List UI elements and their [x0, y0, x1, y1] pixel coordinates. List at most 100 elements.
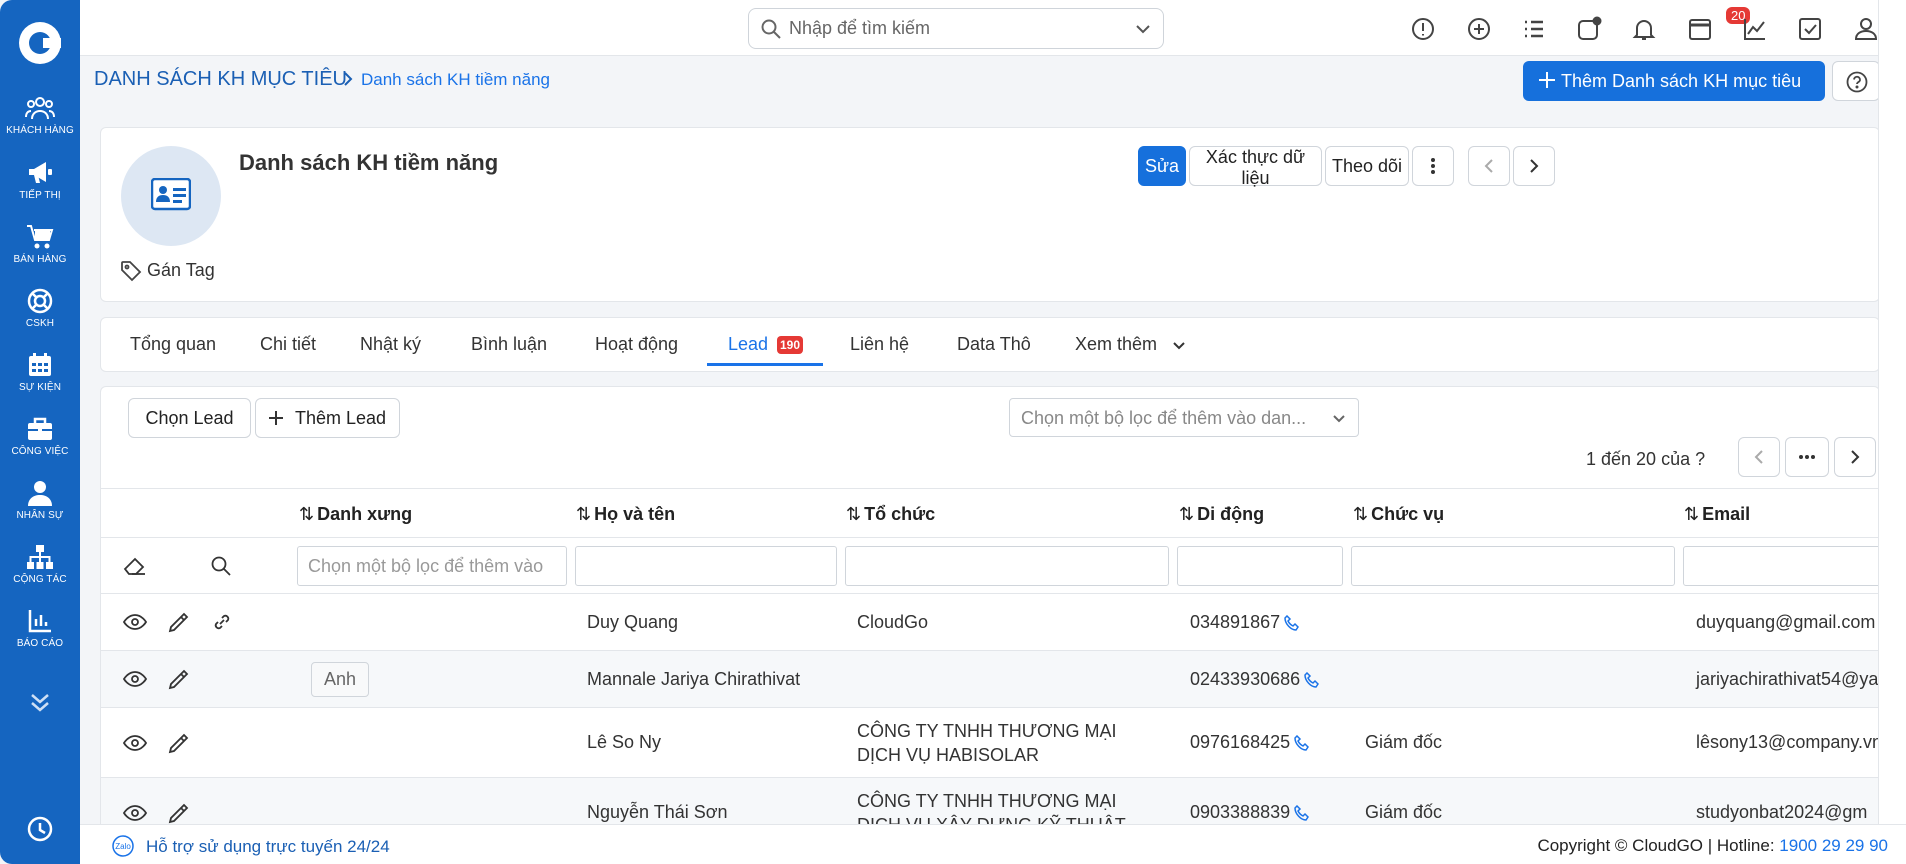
- add-target-list-button[interactable]: Thêm Danh sách KH mục tiêu: [1523, 61, 1825, 101]
- column-header-full-name[interactable]: ⇅ Họ và tên: [576, 504, 675, 525]
- cell-full-name[interactable]: Mannale Jariya Chirathivat: [587, 669, 800, 690]
- tab-more[interactable]: Xem thêm: [1075, 334, 1157, 355]
- salutation-filter-input[interactable]: [297, 546, 567, 586]
- eye-icon[interactable]: [123, 612, 147, 632]
- phone-icon[interactable]: [1284, 615, 1300, 632]
- cell-mobile: 0903388839: [1190, 802, 1310, 823]
- chevron-double-down-icon[interactable]: [26, 688, 54, 716]
- tab-lead[interactable]: Lead: [728, 334, 768, 355]
- cell-email: duyquang@gmail.com: [1696, 612, 1876, 632]
- email-filter-input[interactable]: [1683, 546, 1879, 586]
- job-title-filter-input[interactable]: [1351, 546, 1675, 586]
- sidebar-item-reports[interactable]: BÁO CÁO: [0, 608, 80, 649]
- sidebar-item-events[interactable]: SỰ KIỆN: [0, 352, 80, 393]
- sidebar-item-label: KHÁCH HÀNG: [6, 125, 74, 136]
- sidebar-item-marketing[interactable]: TIẾP THỊ: [0, 160, 80, 201]
- checkbox-icon[interactable]: [1797, 16, 1823, 42]
- eraser-icon[interactable]: [123, 555, 147, 577]
- sidebar-item-hr[interactable]: NHÂN SỰ: [0, 480, 80, 521]
- table-header: ⇅ Danh xưng ⇅ Họ và tên ⇅ Tổ chức ⇅ Di động …: [101, 488, 1879, 538]
- edit-button[interactable]: Sửa: [1138, 146, 1186, 186]
- tab-raw-data[interactable]: Data Thô: [957, 334, 1031, 355]
- chart-line-icon[interactable]: [1742, 16, 1768, 42]
- table-row[interactable]: Anh Mannale Jariya Chirathivat 024339306…: [101, 651, 1879, 708]
- next-page-button[interactable]: [1834, 437, 1876, 477]
- cloudgo-logo[interactable]: [19, 22, 61, 64]
- tab-details[interactable]: Chi tiết: [260, 334, 316, 355]
- eye-icon[interactable]: [123, 669, 147, 689]
- column-header-salutation[interactable]: ⇅ Danh xưng: [299, 504, 412, 525]
- sidebar-item-collab[interactable]: CỘNG TÁC: [0, 544, 80, 585]
- hotline-number[interactable]: 1900 29 29 90: [1779, 836, 1888, 855]
- alert-icon[interactable]: [1410, 16, 1436, 42]
- column-header-email[interactable]: ⇅ Email: [1684, 504, 1750, 525]
- help-button[interactable]: [1832, 61, 1880, 101]
- sidebar-item-sales[interactable]: BÁN HÀNG: [0, 224, 80, 265]
- pagination-more-button[interactable]: [1785, 437, 1829, 477]
- sidebar-item-tasks[interactable]: CÔNG VIỆC: [0, 416, 80, 457]
- chevron-down-icon[interactable]: [1172, 341, 1186, 351]
- tab-log[interactable]: Nhật ký: [360, 334, 421, 355]
- bell-icon[interactable]: [1631, 16, 1657, 42]
- cell-full-name[interactable]: Nguyễn Thái Sơn: [587, 802, 728, 823]
- assign-tag-link[interactable]: Gán Tag: [147, 260, 215, 281]
- sidebar-item-customers[interactable]: KHÁCH HÀNG: [0, 95, 80, 136]
- chevron-down-icon: [1333, 415, 1345, 423]
- list-icon[interactable]: [1521, 16, 1547, 42]
- previous-page-button[interactable]: [1738, 437, 1780, 477]
- breadcrumb-parent[interactable]: DANH SÁCH KH MỤC TIÊU: [94, 68, 347, 91]
- column-header-mobile[interactable]: ⇅ Di động: [1179, 504, 1264, 525]
- user-icon[interactable]: [1853, 16, 1879, 42]
- zalo-icon[interactable]: Zalo: [110, 835, 136, 857]
- phone-icon[interactable]: [1304, 672, 1320, 689]
- more-actions-button[interactable]: [1412, 146, 1454, 186]
- table-row[interactable]: Lê So Ny CÔNG TY TNHH THƯƠNG MẠI DỊCH VỤ…: [101, 708, 1879, 778]
- add-circle-icon[interactable]: [1466, 16, 1492, 42]
- column-header-organization[interactable]: ⇅ Tổ chức: [846, 504, 935, 525]
- app-notification-icon[interactable]: [1576, 16, 1602, 42]
- pencil-icon[interactable]: [167, 667, 191, 691]
- support-link[interactable]: Hỗ trợ sử dụng trực tuyến 24/24: [146, 837, 390, 857]
- cell-mobile-value: 0976168425: [1190, 732, 1291, 752]
- pencil-icon[interactable]: [167, 801, 191, 825]
- column-header-job-title[interactable]: ⇅ Chức vụ: [1353, 504, 1444, 525]
- phone-icon[interactable]: [1294, 735, 1310, 752]
- table-row[interactable]: Duy Quang CloudGo 034891867 duyquang@gma…: [101, 594, 1879, 651]
- global-search[interactable]: [748, 8, 1164, 49]
- clock-icon[interactable]: [27, 816, 53, 842]
- verify-data-button[interactable]: Xác thực dữ liệu: [1189, 146, 1322, 188]
- tab-overview[interactable]: Tổng quan: [130, 334, 216, 355]
- pencil-icon[interactable]: [167, 731, 191, 755]
- next-record-button[interactable]: [1513, 146, 1555, 186]
- search-icon: [761, 19, 781, 39]
- tab-comments[interactable]: Bình luận: [471, 334, 547, 355]
- customers-icon: [25, 97, 55, 120]
- sidebar-item-cskh[interactable]: CSKH: [0, 288, 80, 329]
- eye-icon[interactable]: [123, 733, 147, 753]
- cell-mobile-value: 0903388839: [1190, 802, 1291, 822]
- sort-icon: ⇅: [576, 504, 592, 524]
- full-name-filter-input[interactable]: [575, 546, 837, 586]
- calendar-icon[interactable]: [1687, 16, 1713, 42]
- search-icon[interactable]: [211, 556, 231, 576]
- tab-contacts[interactable]: Liên hệ: [850, 334, 909, 355]
- tag-icon[interactable]: [120, 260, 142, 282]
- link-icon[interactable]: [212, 612, 232, 632]
- pencil-icon[interactable]: [167, 610, 191, 634]
- table-row[interactable]: Nguyễn Thái Sơn CÔNG TY TNHH THƯƠNG MẠI …: [101, 778, 1879, 825]
- follow-button[interactable]: Theo dõi: [1325, 146, 1409, 186]
- cell-full-name[interactable]: Lê So Ny: [587, 732, 661, 753]
- search-input[interactable]: [789, 9, 1119, 48]
- filter-select[interactable]: Chọn một bộ lọc để thêm vào dan...: [1009, 398, 1359, 437]
- scrollbar-track[interactable]: [1878, 0, 1906, 864]
- previous-record-button[interactable]: [1468, 146, 1510, 186]
- add-lead-button[interactable]: Thêm Lead: [255, 398, 400, 438]
- organization-filter-input[interactable]: [845, 546, 1169, 586]
- cell-full-name[interactable]: Duy Quang: [587, 612, 678, 633]
- select-lead-button[interactable]: Chọn Lead: [128, 398, 251, 438]
- chevron-down-icon[interactable]: [1135, 23, 1151, 35]
- tab-activities[interactable]: Hoạt động: [595, 334, 678, 355]
- mobile-filter-input[interactable]: [1177, 546, 1343, 586]
- eye-icon[interactable]: [123, 803, 147, 823]
- phone-icon[interactable]: [1294, 805, 1310, 822]
